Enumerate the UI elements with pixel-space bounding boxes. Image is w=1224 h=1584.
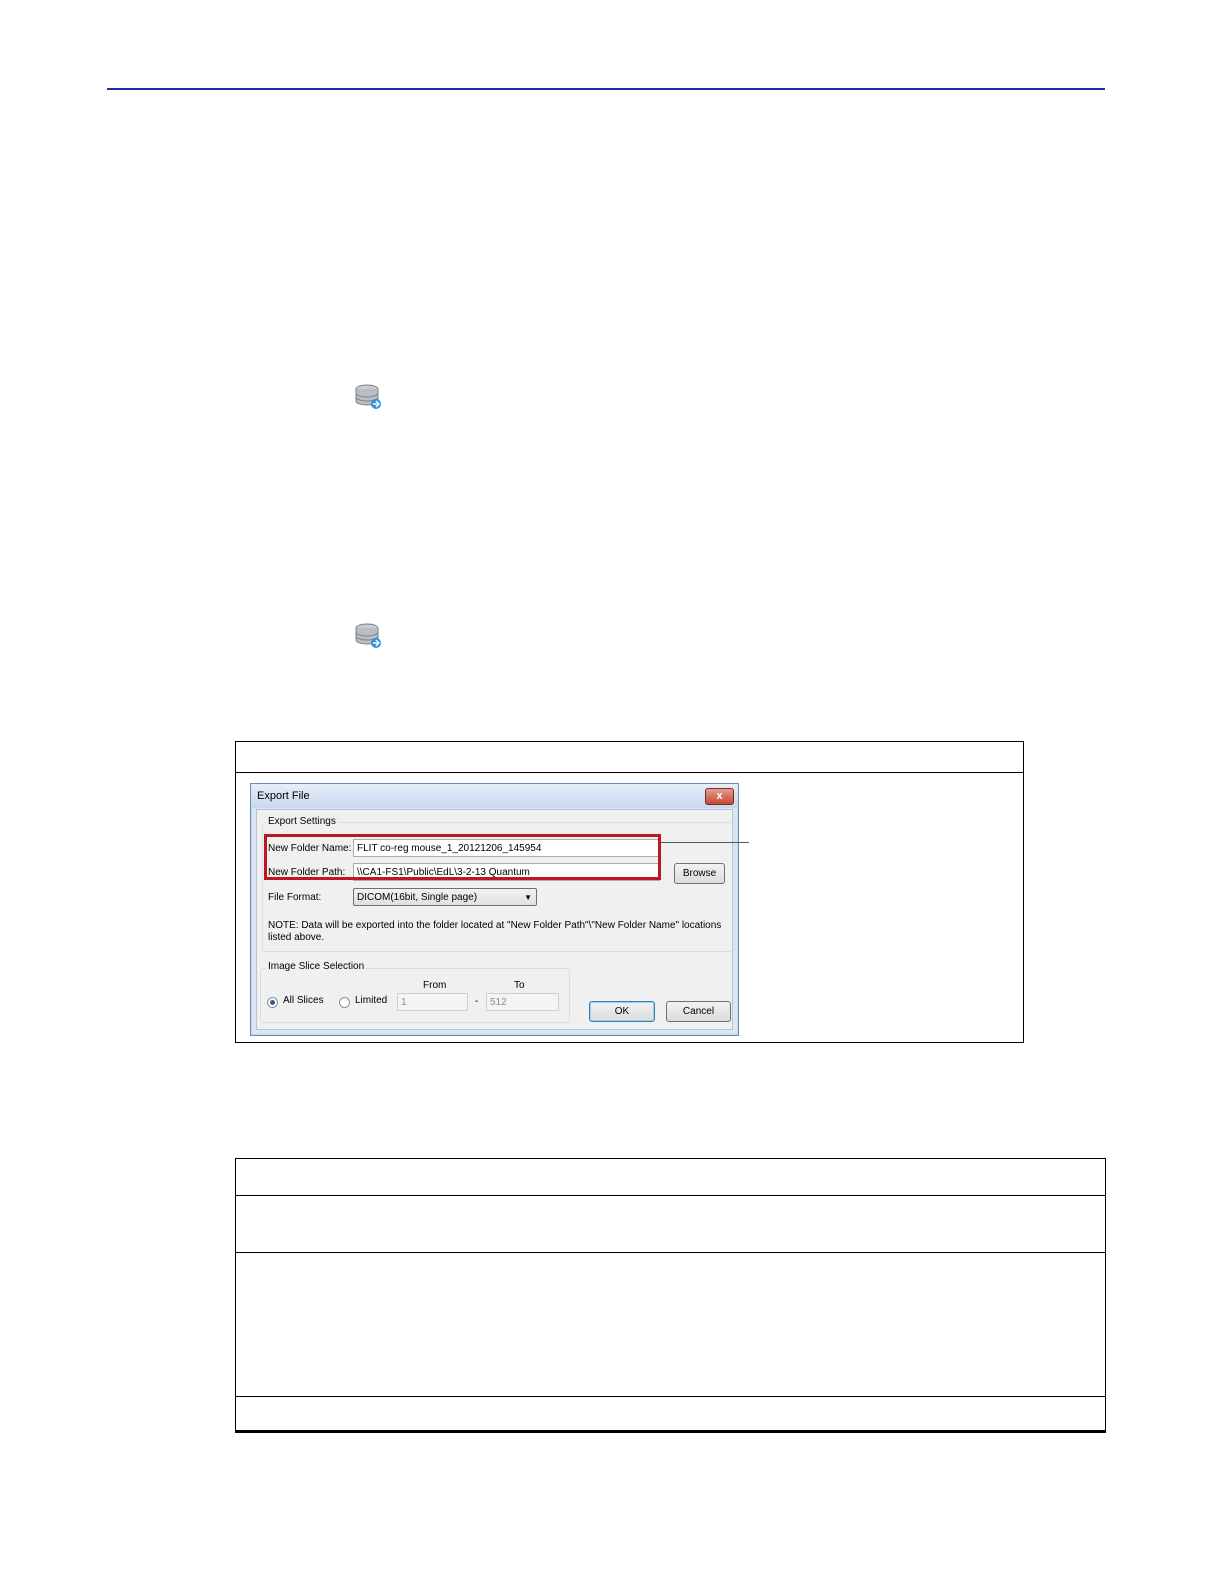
figure-caption-row: [236, 742, 1023, 773]
limited-radio[interactable]: [339, 997, 350, 1008]
range-dash: -: [475, 996, 479, 1007]
table-row-divider: [236, 1396, 1105, 1397]
dialog-title: Export File: [257, 790, 310, 802]
database-export-icon: [355, 384, 381, 409]
highlight-box: [264, 834, 661, 880]
callout-line: [661, 842, 749, 843]
all-slices-label: All Slices: [283, 995, 324, 1006]
export-settings-label: Export Settings: [266, 816, 338, 827]
table-row-divider: [236, 1252, 1105, 1253]
cancel-button[interactable]: Cancel: [666, 1001, 731, 1022]
table-row-divider: [236, 1195, 1105, 1196]
browse-button[interactable]: Browse: [674, 863, 725, 884]
note-text-continued: listed above.: [268, 932, 325, 943]
info-table: [235, 1158, 1106, 1431]
file-format-label: File Format:: [268, 892, 322, 903]
limited-label: Limited: [355, 995, 388, 1006]
slice-selection-label: Image Slice Selection: [266, 961, 367, 972]
ok-button[interactable]: OK: [589, 1001, 655, 1022]
close-button[interactable]: x: [705, 788, 734, 805]
to-slice-field[interactable]: 512: [486, 993, 559, 1011]
file-format-select[interactable]: DICOM(16bit, Single page) ▼: [353, 888, 537, 906]
chevron-down-icon: ▼: [524, 893, 532, 902]
header-rule: [107, 88, 1105, 90]
note-text: NOTE: Data will be exported into the fol…: [268, 920, 722, 931]
file-format-value: DICOM(16bit, Single page): [357, 892, 478, 903]
all-slices-radio[interactable]: [267, 997, 278, 1008]
table-bottom-rule: [235, 1430, 1106, 1433]
to-label: To: [514, 980, 525, 991]
from-slice-field[interactable]: 1: [397, 993, 468, 1011]
from-label: From: [423, 980, 447, 991]
export-file-dialog: Export File x Export Settings New Folder…: [250, 783, 739, 1036]
dialog-titlebar: Export File x: [251, 784, 738, 808]
database-export-icon: [355, 623, 381, 648]
